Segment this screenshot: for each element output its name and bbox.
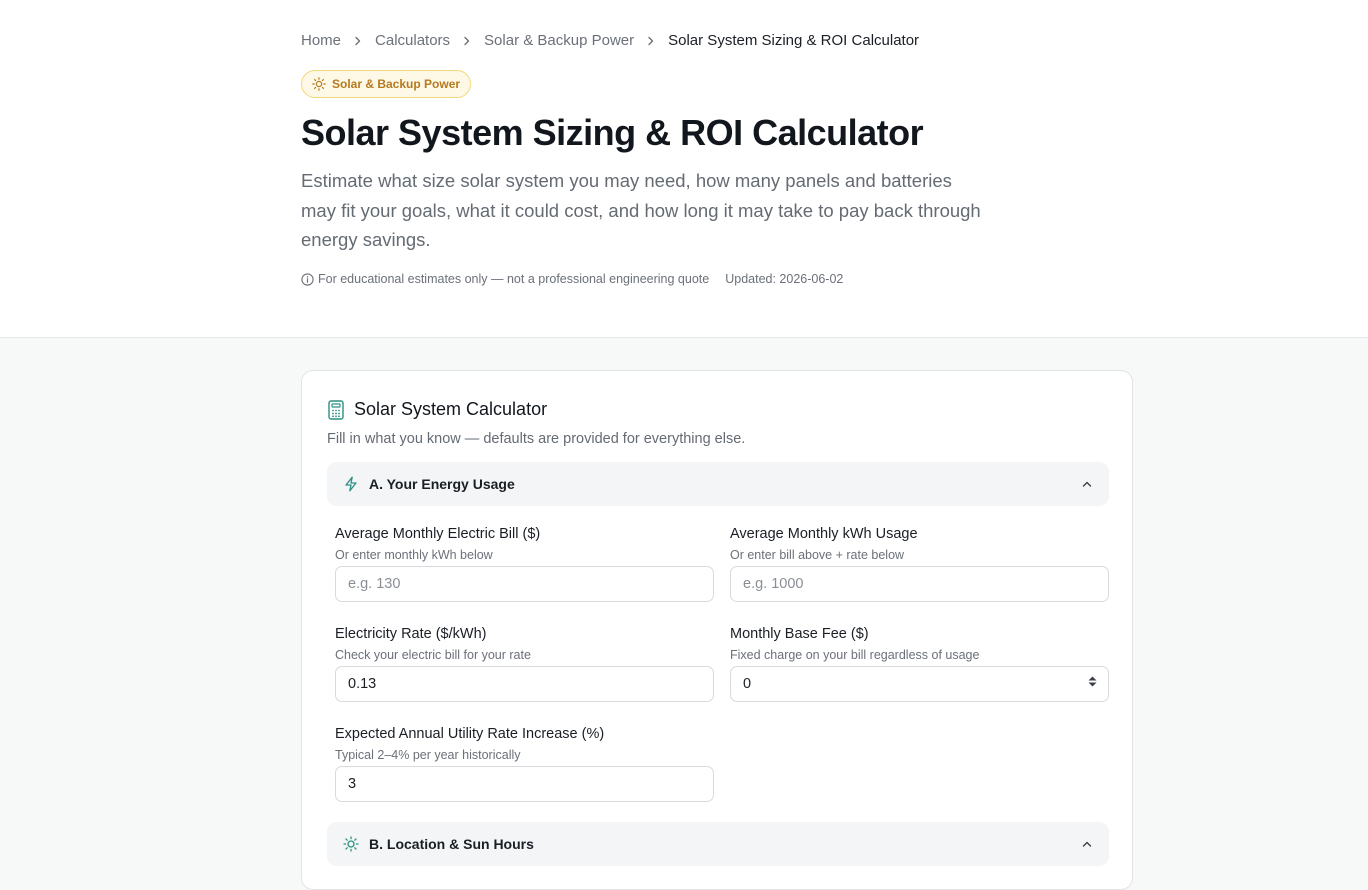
section-energy-usage-toggle[interactable]: A. Your Energy Usage [327, 462, 1109, 506]
rate-increase-field: Expected Annual Utility Rate Increase (%… [335, 726, 714, 802]
chevron-right-icon [462, 36, 472, 46]
page-header: Home Calculators Solar & Backup Power So… [0, 0, 1368, 338]
calculator-header: Solar System Calculator [327, 399, 547, 420]
monthly-kwh-help: Or enter bill above + rate below [730, 548, 905, 562]
disclaimer: For educational estimates only — not a p… [301, 272, 709, 286]
monthly-bill-help: Or enter monthly kWh below [335, 548, 493, 562]
disclaimer-text: For educational estimates only — not a p… [318, 272, 710, 286]
base-fee-label: Monthly Base Fee ($) [730, 626, 869, 642]
number-spinner[interactable] [1088, 676, 1097, 687]
updated-date: Updated: 2026-06-02 [725, 272, 844, 286]
monthly-kwh-input[interactable] [730, 566, 1109, 602]
chevron-up-icon [1081, 838, 1093, 850]
monthly-kwh-field: Average Monthly kWh Usage Or enter bill … [730, 526, 1109, 602]
calculator-subtitle: Fill in what you know — defaults are pro… [327, 431, 746, 447]
info-icon [301, 272, 314, 286]
electricity-rate-input[interactable] [335, 666, 714, 702]
sun-icon [343, 836, 359, 852]
base-fee-input-wrap [730, 662, 1109, 702]
sun-icon [312, 77, 326, 91]
section-location-toggle[interactable]: B. Location & Sun Hours [327, 822, 1109, 866]
chevron-right-icon [646, 36, 656, 46]
category-badge[interactable]: Solar & Backup Power [301, 70, 472, 98]
rate-increase-input[interactable] [335, 766, 714, 802]
monthly-kwh-label: Average Monthly kWh Usage [730, 526, 918, 542]
monthly-bill-label: Average Monthly Electric Bill ($) [335, 526, 541, 542]
chevron-up-icon [1081, 478, 1093, 490]
monthly-bill-field: Average Monthly Electric Bill ($) Or ent… [335, 526, 714, 602]
section-label: B. Location & Sun Hours [369, 836, 534, 852]
section-label: A. Your Energy Usage [369, 476, 515, 492]
spinner-up-icon[interactable] [1088, 676, 1097, 681]
breadcrumb-home[interactable]: Home [301, 32, 341, 49]
breadcrumb-solar-backup[interactable]: Solar & Backup Power [484, 32, 634, 49]
base-fee-help: Fixed charge on your bill regardless of … [730, 648, 980, 662]
chevron-right-icon [353, 36, 363, 46]
breadcrumb-current: Solar System Sizing & ROI Calculator [668, 32, 920, 49]
electricity-rate-field: Electricity Rate ($/kWh) Check your elec… [335, 626, 714, 702]
rate-increase-help: Typical 2–4% per year historically [335, 748, 521, 762]
electricity-rate-label: Electricity Rate ($/kWh) [335, 626, 487, 642]
electricity-rate-help: Check your electric bill for your rate [335, 648, 531, 662]
page-title: Solar System Sizing & ROI Calculator [301, 112, 924, 153]
breadcrumb: Home Calculators Solar & Backup Power So… [301, 32, 919, 49]
calculator-title: Solar System Calculator [354, 399, 548, 419]
spinner-down-icon[interactable] [1088, 682, 1097, 687]
calculator-card: Solar System Calculator Fill in what you… [301, 370, 1133, 890]
monthly-bill-input[interactable] [335, 566, 714, 602]
lightning-icon [343, 476, 359, 492]
base-fee-input[interactable] [730, 666, 1109, 702]
rate-increase-label: Expected Annual Utility Rate Increase (%… [335, 726, 605, 742]
calculator-icon [327, 399, 345, 420]
base-fee-field: Monthly Base Fee ($) Fixed charge on you… [730, 626, 1109, 702]
page-description: Estimate what size solar system you may … [301, 170, 981, 250]
breadcrumb-calculators[interactable]: Calculators [375, 32, 450, 49]
page-meta: For educational estimates only — not a p… [301, 272, 843, 286]
badge-label: Solar & Backup Power [332, 77, 461, 91]
